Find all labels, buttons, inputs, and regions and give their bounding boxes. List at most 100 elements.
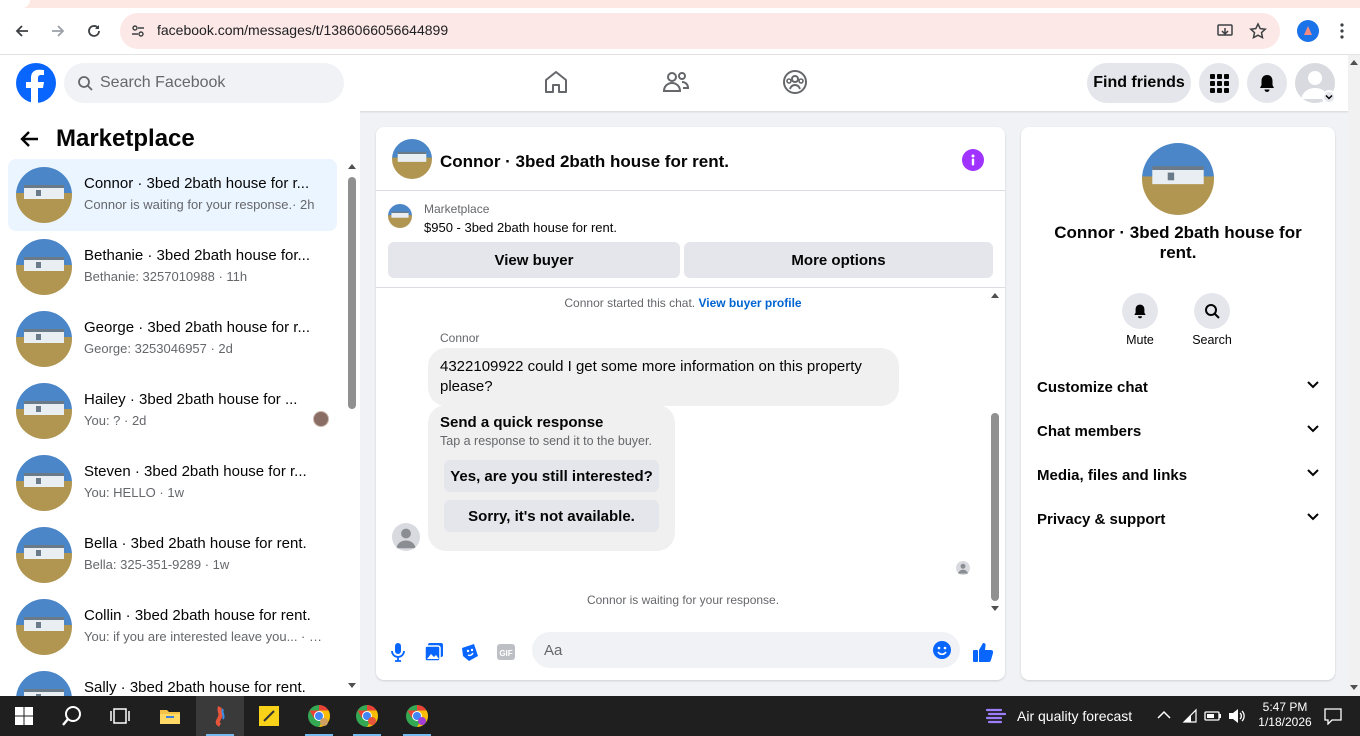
view-buyer-profile-link[interactable]: View buyer profile xyxy=(698,296,801,310)
page-scrollbar[interactable] xyxy=(1348,55,1360,696)
conversation-item[interactable]: George · 3bed 2bath house for r... George… xyxy=(8,303,337,375)
details-name: Connor · 3bed 2bath house for rent. xyxy=(1054,223,1302,262)
privacy-support-section[interactable]: Privacy & support xyxy=(1037,503,1319,539)
scroll-down-icon[interactable] xyxy=(348,683,356,689)
conversation-thumbnail xyxy=(16,383,72,439)
nav-friends[interactable] xyxy=(661,67,691,97)
quick-response-subtitle: Tap a response to send it to the buyer. xyxy=(440,434,652,448)
search-label: Search xyxy=(1192,333,1232,347)
profile-avatar[interactable] xyxy=(1297,20,1319,42)
conversation-item[interactable]: Connor · 3bed 2bath house for r... Connor… xyxy=(8,159,337,231)
scroll-up-icon[interactable] xyxy=(348,163,356,169)
quick-reply-chip-sorry[interactable]: Sorry, it's not available. xyxy=(444,500,659,532)
task-view-button[interactable] xyxy=(96,696,144,736)
nav-groups[interactable] xyxy=(780,67,810,97)
search-input[interactable] xyxy=(100,63,330,103)
back-arrow-icon xyxy=(15,25,28,37)
message-input[interactable] xyxy=(544,632,914,668)
weather-widget-icon[interactable] xyxy=(985,705,1007,727)
gif-button[interactable]: GIF xyxy=(495,641,517,663)
chat-members-section[interactable]: Chat members xyxy=(1037,415,1319,451)
notifications-button[interactable] xyxy=(1247,63,1287,103)
waiting-status: Connor is waiting for your response. xyxy=(586,593,780,607)
listing-price-title[interactable]: $950 - 3bed 2bath house for rent. xyxy=(424,220,617,235)
back-button[interactable] xyxy=(9,18,35,44)
conversation-item[interactable]: Bethanie · 3bed 2bath house for... Bethan… xyxy=(8,231,337,303)
browser-menu-button[interactable] xyxy=(1336,22,1348,40)
chat-scrollbar[interactable] xyxy=(990,289,1000,615)
taskbar-search-button[interactable] xyxy=(48,696,96,736)
mute-button[interactable] xyxy=(1122,293,1158,329)
media-files-links-section[interactable]: Media, files and links xyxy=(1037,459,1319,495)
conversation-item[interactable]: Collin · 3bed 2bath house for rent. You: … xyxy=(8,591,337,663)
taskbar-app-chrome-2[interactable] xyxy=(343,696,391,736)
chat-thumbnail[interactable] xyxy=(392,139,432,179)
conversation-item[interactable]: Sally · 3bed 2bath house for rent. xyxy=(8,663,337,696)
menu-button[interactable] xyxy=(1199,63,1239,103)
volume-control[interactable] xyxy=(1228,708,1246,724)
conversation-thumbnail xyxy=(16,239,72,295)
sticker-button[interactable] xyxy=(459,641,481,663)
scroll-up-icon[interactable] xyxy=(1350,59,1358,65)
network-status[interactable] xyxy=(1182,708,1198,724)
scroll-up-icon[interactable] xyxy=(991,292,999,298)
conversation-item[interactable]: Steven · 3bed 2bath house for r... You: H… xyxy=(8,447,337,519)
taskbar-app-chrome-1[interactable] xyxy=(295,696,343,736)
account-chevron[interactable] xyxy=(1322,90,1336,104)
scrollbar[interactable] xyxy=(347,161,357,696)
listing-thumbnail[interactable] xyxy=(388,204,412,228)
more-options-button[interactable]: More options xyxy=(684,242,993,278)
facebook-logo[interactable] xyxy=(16,63,56,103)
taskbar-app-paint[interactable] xyxy=(196,696,244,736)
url-text[interactable]: facebook.com/messages/t/1386066056644899 xyxy=(157,22,448,38)
file-explorer-button[interactable] xyxy=(146,696,194,736)
quick-reply-chip-yes[interactable]: Yes, are you still interested? xyxy=(444,460,659,492)
conversation-item[interactable]: Hailey · 3bed 2bath house for ... You: ? … xyxy=(8,375,337,447)
house-photo-icon xyxy=(16,167,72,223)
browser-toolbar: facebook.com/messages/t/1386066056644899 xyxy=(0,8,1360,55)
battery-status[interactable] xyxy=(1204,709,1222,723)
voice-clip-button[interactable] xyxy=(387,641,409,663)
taskbar-app-sticky-notes[interactable] xyxy=(245,696,293,736)
system-clock[interactable]: 5:47 PM 1/18/2026 xyxy=(1250,700,1320,730)
forward-button[interactable] xyxy=(45,18,71,44)
emoji-icon[interactable] xyxy=(932,640,952,660)
conversation-preview: You: if you are interested leave you... … xyxy=(84,629,324,644)
details-thumbnail[interactable] xyxy=(1142,143,1214,215)
clock-date: 1/18/2026 xyxy=(1258,715,1312,729)
clock-time: 5:47 PM xyxy=(1262,700,1308,714)
weather-widget-text[interactable]: Air quality forecast xyxy=(1017,708,1132,724)
reload-button[interactable] xyxy=(81,18,107,44)
browser-tab[interactable] xyxy=(0,0,30,8)
start-button[interactable] xyxy=(0,696,48,736)
sender-avatar[interactable] xyxy=(392,523,420,551)
message-bubble[interactable]: 4322109922 could I get some more informa… xyxy=(428,348,899,406)
attach-photo-button[interactable] xyxy=(423,641,445,663)
site-info-icon[interactable] xyxy=(130,23,146,39)
view-buyer-button[interactable]: View buyer xyxy=(388,242,680,278)
message-input-wrapper[interactable] xyxy=(532,632,960,668)
scroll-down-icon[interactable] xyxy=(1350,685,1358,691)
taskbar-app-chrome-3[interactable] xyxy=(393,696,441,736)
install-app-icon[interactable] xyxy=(1216,22,1234,40)
show-hidden-icons-button[interactable] xyxy=(1157,710,1171,720)
chat-title[interactable]: Connor · 3bed 2bath house for rent. xyxy=(440,152,729,172)
customize-chat-section[interactable]: Customize chat xyxy=(1037,371,1319,407)
like-button[interactable] xyxy=(972,641,994,663)
chevron-down-icon xyxy=(1307,425,1319,433)
scrollbar-thumb[interactable] xyxy=(348,177,356,409)
conversation-thumbnail xyxy=(16,527,72,583)
find-friends-button[interactable]: Find friends xyxy=(1087,63,1191,103)
bell-icon xyxy=(1260,75,1274,92)
notification-center-button[interactable] xyxy=(1324,707,1342,725)
scrollbar-thumb[interactable] xyxy=(991,413,999,601)
nav-home[interactable] xyxy=(541,67,571,97)
address-bar[interactable]: facebook.com/messages/t/1386066056644899 xyxy=(120,13,1280,49)
bookmark-star-icon[interactable] xyxy=(1249,22,1267,40)
facebook-search[interactable] xyxy=(64,63,344,103)
conversation-item[interactable]: Bella · 3bed 2bath house for rent. Bella:… xyxy=(8,519,337,591)
search-in-conversation-button[interactable] xyxy=(1194,293,1230,329)
scroll-down-icon[interactable] xyxy=(991,606,999,612)
conversation-info-button[interactable] xyxy=(962,149,984,171)
back-button[interactable] xyxy=(20,130,40,148)
